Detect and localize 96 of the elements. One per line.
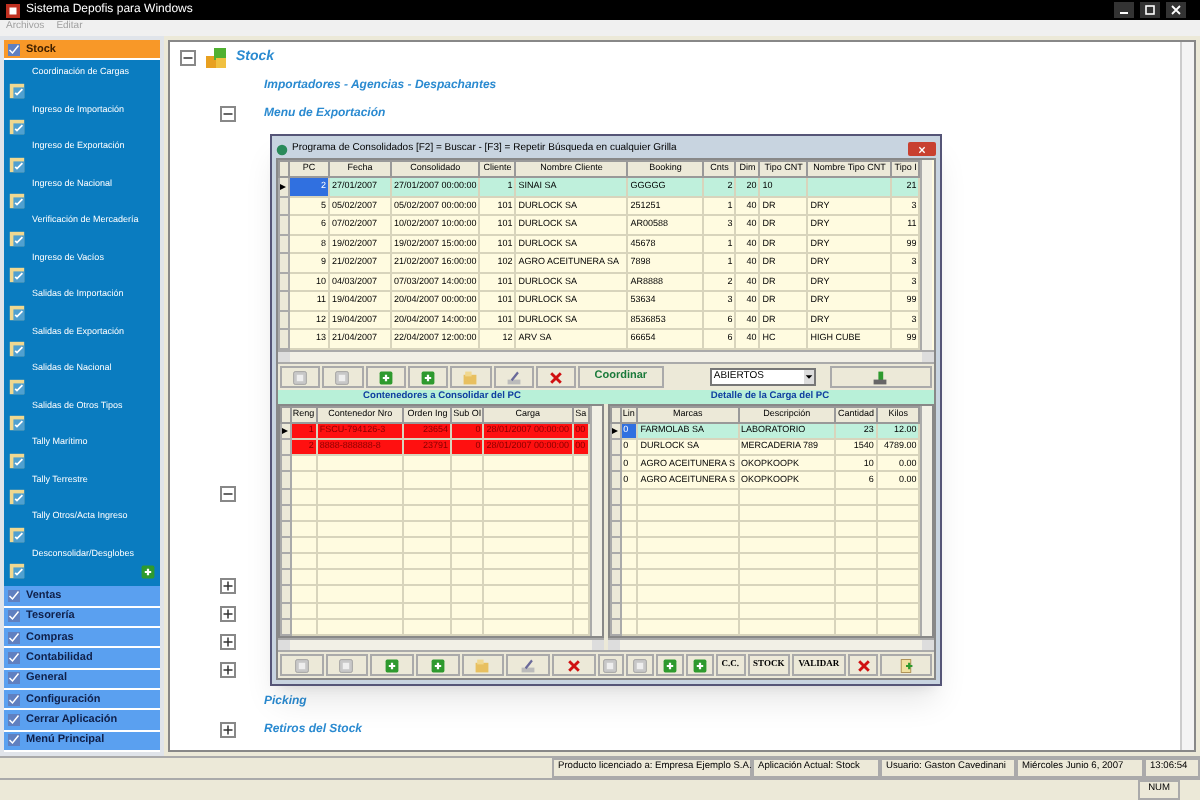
checkmark-icon bbox=[8, 672, 20, 685]
export-button[interactable] bbox=[880, 654, 932, 676]
previous-button[interactable] bbox=[325, 654, 369, 676]
previous-button-icon bbox=[338, 657, 355, 673]
previous-button[interactable] bbox=[322, 366, 364, 388]
row-indicator[interactable] bbox=[611, 423, 621, 440]
document-icon bbox=[8, 488, 26, 507]
vertical-scrollbar[interactable] bbox=[920, 160, 933, 350]
checkmark-icon bbox=[8, 43, 20, 56]
app-icon bbox=[6, 3, 20, 17]
globe-icon bbox=[276, 143, 288, 155]
edit-button[interactable] bbox=[493, 366, 534, 388]
next-button[interactable] bbox=[656, 654, 684, 676]
delete-button-icon bbox=[855, 657, 872, 673]
checkmark-icon bbox=[8, 589, 20, 602]
vertical-scrollbar[interactable] bbox=[920, 406, 932, 636]
expand-icon[interactable] bbox=[219, 662, 235, 678]
caret-icon bbox=[804, 370, 814, 384]
open-button[interactable] bbox=[461, 654, 505, 676]
checkmark-icon bbox=[8, 610, 20, 623]
expand-icon[interactable] bbox=[219, 722, 235, 738]
last-button[interactable] bbox=[415, 654, 460, 676]
document-icon bbox=[8, 266, 26, 285]
document-icon bbox=[8, 81, 26, 100]
vertical-scrollbar[interactable] bbox=[1180, 42, 1194, 750]
delete-button-icon bbox=[548, 369, 565, 385]
vertical-scrollbar[interactable] bbox=[590, 406, 602, 636]
open-button-icon bbox=[474, 657, 491, 673]
next-button-icon bbox=[662, 657, 679, 673]
collapse-icon[interactable] bbox=[219, 106, 235, 122]
minimize-icon[interactable] bbox=[1114, 2, 1134, 18]
document-icon bbox=[8, 118, 26, 137]
delete-button[interactable] bbox=[847, 654, 879, 676]
restore-icon[interactable] bbox=[1140, 2, 1160, 18]
collapse-icon[interactable] bbox=[179, 50, 195, 66]
first-button-icon bbox=[292, 369, 309, 385]
first-button-icon bbox=[602, 657, 619, 673]
boxes-icon bbox=[204, 46, 228, 70]
next-button-icon bbox=[377, 369, 394, 385]
last-button-icon bbox=[420, 369, 437, 385]
previous-button[interactable] bbox=[626, 654, 655, 676]
next-button-icon bbox=[384, 657, 401, 673]
document-icon bbox=[8, 377, 26, 396]
checkmark-icon bbox=[8, 631, 20, 644]
first-button-icon bbox=[293, 657, 310, 673]
document-icon bbox=[8, 525, 26, 544]
export-button-icon bbox=[898, 657, 915, 673]
document-icon bbox=[8, 192, 26, 211]
edit-button-icon bbox=[520, 657, 537, 673]
last-button-icon bbox=[429, 657, 446, 673]
horizontal-scrollbar[interactable] bbox=[278, 350, 934, 362]
add-container-button[interactable] bbox=[829, 366, 932, 388]
next-button[interactable] bbox=[365, 366, 406, 388]
document-icon bbox=[8, 414, 26, 433]
expand-icon[interactable] bbox=[219, 578, 235, 594]
expand-icon[interactable] bbox=[219, 634, 235, 650]
last-button[interactable] bbox=[685, 654, 714, 676]
document-icon bbox=[8, 229, 26, 248]
document-icon bbox=[8, 303, 26, 322]
previous-button-icon bbox=[632, 657, 649, 673]
edit-button[interactable] bbox=[506, 654, 550, 676]
delete-button[interactable] bbox=[551, 654, 596, 676]
document-icon bbox=[8, 340, 26, 359]
row-indicator[interactable] bbox=[279, 177, 289, 197]
open-button-icon bbox=[462, 369, 479, 385]
delete-button-icon bbox=[565, 657, 582, 673]
first-button[interactable] bbox=[280, 366, 321, 388]
horizontal-scrollbar[interactable] bbox=[608, 638, 934, 650]
checkmark-icon bbox=[8, 713, 20, 726]
collapse-icon[interactable] bbox=[219, 486, 235, 502]
close-icon[interactable] bbox=[1166, 2, 1186, 18]
document-icon bbox=[8, 451, 26, 470]
next-button[interactable] bbox=[370, 654, 414, 676]
open-button[interactable] bbox=[450, 366, 492, 388]
delete-button[interactable] bbox=[535, 366, 577, 388]
row-indicator[interactable] bbox=[281, 423, 291, 440]
close-icon bbox=[918, 145, 926, 153]
checkmark-icon bbox=[8, 693, 20, 706]
last-button[interactable] bbox=[407, 366, 449, 388]
document-icon bbox=[8, 155, 26, 174]
last-button-icon bbox=[691, 657, 708, 673]
pointer-icon bbox=[280, 183, 286, 190]
edit-button-icon bbox=[505, 369, 522, 385]
pointer-icon bbox=[282, 428, 288, 435]
expand-icon[interactable] bbox=[219, 606, 235, 622]
document-icon bbox=[8, 562, 26, 581]
add-icon bbox=[140, 564, 156, 581]
add-container-button-icon bbox=[872, 369, 889, 385]
close-button[interactable] bbox=[908, 142, 936, 156]
first-button[interactable] bbox=[280, 654, 324, 676]
horizontal-scrollbar[interactable] bbox=[278, 638, 604, 650]
checkmark-icon bbox=[8, 734, 20, 747]
checkmark-icon bbox=[8, 651, 20, 664]
previous-button-icon bbox=[334, 369, 351, 385]
first-button[interactable] bbox=[597, 654, 625, 676]
pointer-icon bbox=[612, 428, 618, 435]
